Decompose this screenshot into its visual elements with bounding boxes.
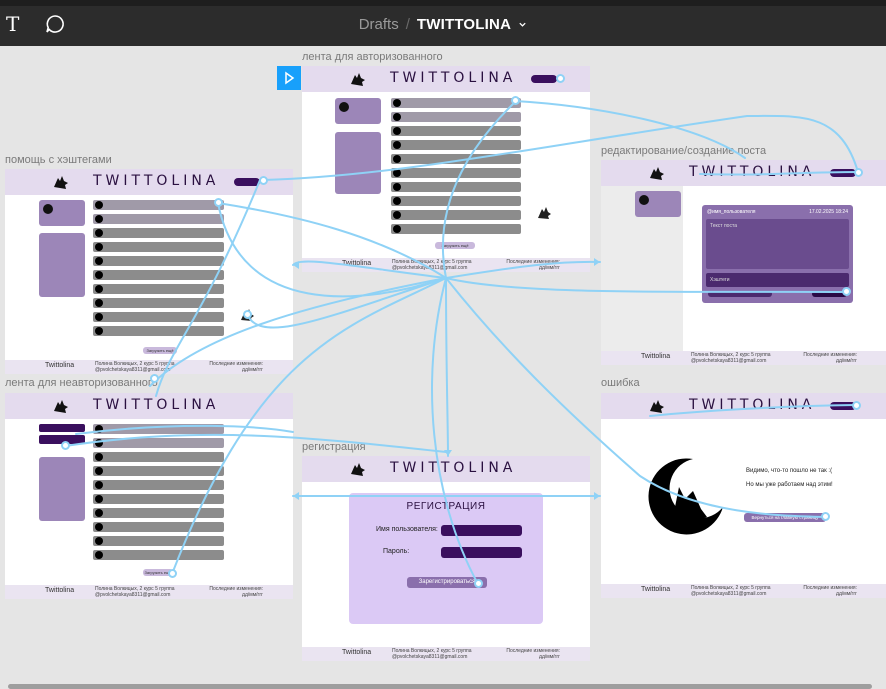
breadcrumb: Drafts / TWITTOLINA — [0, 16, 886, 33]
breadcrumb-separator: / — [405, 16, 410, 33]
wire-guest-register — [64, 433, 447, 453]
wire-edit-logout — [699, 171, 859, 176]
window-strip — [0, 0, 886, 6]
connection-handle[interactable] — [474, 579, 483, 588]
wire-auth-edit — [514, 100, 746, 159]
wire-to-error — [445, 277, 827, 518]
connection-handle[interactable] — [214, 198, 223, 207]
connection-handle[interactable] — [150, 374, 159, 383]
editor-topbar: T Drafts / TWITTOLINA — [0, 0, 886, 46]
wire-guest-login — [75, 424, 294, 435]
wire-hashtags-row — [217, 202, 447, 298]
wire-auth-logout — [441, 100, 517, 279]
wire-edit-publish — [445, 277, 847, 293]
file-name[interactable]: TWITTOLINA — [417, 16, 511, 33]
wire-hashtags-logout — [262, 114, 859, 181]
prototype-connections — [64, 100, 859, 585]
wire-to-guest — [149, 277, 447, 387]
wire-auth-to-right — [445, 260, 601, 279]
connection-handle[interactable] — [854, 168, 863, 177]
horizontal-scrollbar[interactable] — [8, 684, 872, 689]
connection-handle[interactable] — [852, 401, 861, 410]
wire-arrow — [594, 258, 600, 266]
connection-handle[interactable] — [842, 287, 851, 296]
connection-handle[interactable] — [259, 176, 268, 185]
wire-arrow — [293, 492, 299, 500]
connection-handle[interactable] — [556, 74, 565, 83]
wire-arrow — [594, 492, 600, 500]
connection-handle[interactable] — [243, 310, 252, 319]
connection-handle[interactable] — [511, 96, 520, 105]
wire-error-logout — [649, 404, 857, 417]
breadcrumb-drafts[interactable]: Drafts — [359, 16, 399, 33]
wire-hashtags-wolf — [246, 277, 447, 329]
connection-handle[interactable] — [168, 569, 177, 578]
design-canvas[interactable]: лента для авторизованного помощь с хэште… — [0, 46, 886, 689]
chevron-down-icon[interactable] — [518, 20, 527, 29]
wire-to-register — [445, 277, 449, 457]
wire-guest-hashtags — [155, 179, 261, 397]
wire-arrow — [444, 450, 452, 456]
wire-register-submit — [431, 277, 479, 585]
connection-handle[interactable] — [821, 512, 830, 521]
connection-handle[interactable] — [61, 441, 70, 450]
